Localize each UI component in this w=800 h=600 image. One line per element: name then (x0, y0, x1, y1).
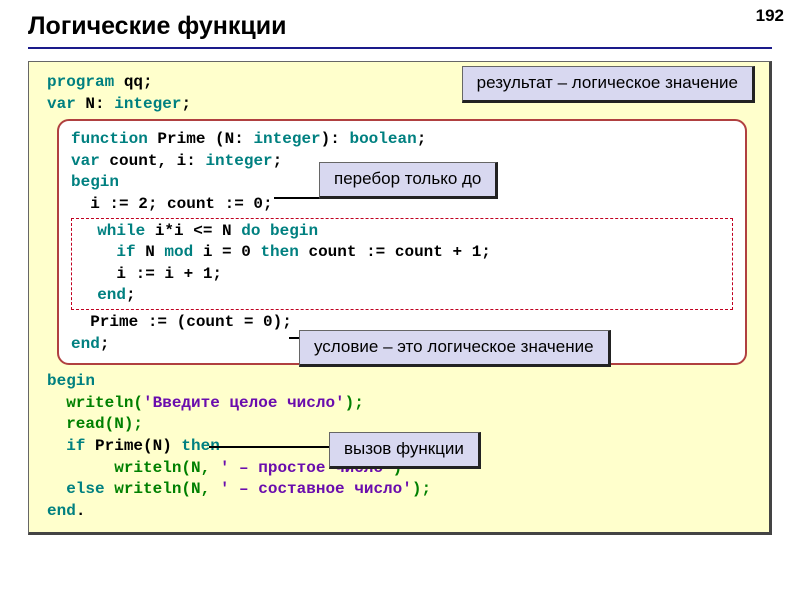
code-line: else writeln(N, ' – составное число'); (47, 479, 755, 501)
code-text: ; (273, 152, 283, 170)
kw-else: else (66, 480, 104, 498)
code-text: writeln( (47, 394, 143, 412)
code-text: count := count + 1; (299, 243, 491, 261)
slide-title: Логические функции (28, 12, 772, 49)
kw-end: end (71, 335, 100, 353)
kw-if: if (66, 437, 85, 455)
kw-integer: integer (114, 95, 181, 113)
kw-while: while (97, 222, 145, 240)
kw-end: end (47, 502, 76, 520)
kw-function: function (71, 130, 148, 148)
code-text: ; (100, 335, 110, 353)
code-line: writeln('Введите целое число'); (47, 393, 755, 415)
callout-call: вызов функции (329, 432, 481, 469)
code-text: qq; (114, 73, 152, 91)
kw-boolean: boolean (349, 130, 416, 148)
connector-line (274, 197, 324, 199)
code-text: ; (417, 130, 427, 148)
code-text: N (136, 243, 165, 261)
kw-do-begin: do begin (241, 222, 318, 240)
code-text: Prime(N) (85, 437, 181, 455)
callout-loop: перебор только до (319, 162, 498, 199)
kw-begin: begin (47, 371, 755, 393)
loop-box: while i*i <= N do begin if N mod i = 0 t… (71, 218, 733, 310)
code-text: i = 0 (193, 243, 260, 261)
string-literal: 'Введите целое число' (143, 394, 345, 412)
code-text: ): (321, 130, 350, 148)
code-text: i*i <= N (145, 222, 241, 240)
code-text: N: (76, 95, 114, 113)
code-indent (47, 437, 66, 455)
function-box: function Prime (N: integer): boolean; va… (57, 119, 747, 365)
code-text: ; (181, 95, 191, 113)
code-text: Prime (N: (148, 130, 254, 148)
code-indent (47, 480, 66, 498)
code-indent (78, 243, 116, 261)
code-text: writeln(N, (47, 459, 220, 477)
code-indent (78, 222, 97, 240)
code-block: program qq; var N: integer; function Pri… (28, 61, 772, 535)
kw-integer: integer (205, 152, 272, 170)
connector-line (209, 446, 329, 448)
code-text: writeln(N, (105, 480, 220, 498)
kw-program: program (47, 73, 114, 91)
code-line: i := i + 1; (78, 264, 726, 286)
code-text: ; (126, 286, 136, 304)
page-number: 192 (756, 6, 784, 26)
code-text: count, i: (100, 152, 206, 170)
kw-if: if (116, 243, 135, 261)
kw-then: then (260, 243, 298, 261)
code-indent (78, 286, 97, 304)
code-line: end; (78, 285, 726, 307)
code-line: if N mod i = 0 then count := count + 1; (78, 242, 726, 264)
kw-var: var (71, 152, 100, 170)
code-line: function Prime (N: integer): boolean; (71, 129, 733, 151)
code-line: while i*i <= N do begin (78, 221, 726, 243)
callout-condition: условие – это логическое значение (299, 330, 611, 367)
kw-var: var (47, 95, 76, 113)
code-line: end. (47, 501, 755, 523)
kw-integer: integer (253, 130, 320, 148)
code-text: . (76, 502, 86, 520)
code-text: ); (345, 394, 364, 412)
callout-result: результат – логическое значение (462, 66, 755, 103)
string-literal: ' – составное число' (220, 480, 412, 498)
kw-mod: mod (164, 243, 193, 261)
kw-end: end (97, 286, 126, 304)
code-text: ); (412, 480, 431, 498)
